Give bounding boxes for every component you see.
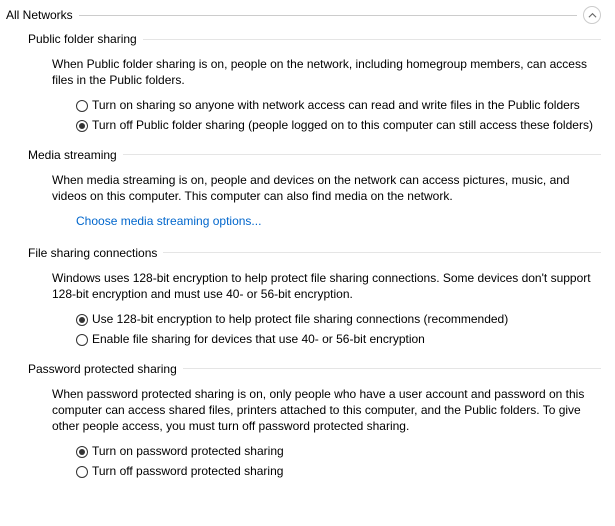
turn-on-password-sharing-radio[interactable]: Turn on password protected sharing — [76, 444, 601, 460]
media-streaming-header: Media streaming — [28, 148, 601, 162]
file-sharing-section: File sharing connections Windows uses 12… — [28, 246, 601, 348]
radio-icon — [76, 446, 88, 458]
radio-label: Turn off password protected sharing — [92, 464, 283, 480]
divider — [163, 252, 601, 253]
chevron-up-icon[interactable] — [583, 6, 601, 24]
password-protected-description: When password protected sharing is on, o… — [52, 386, 601, 435]
encryption-40-56-radio[interactable]: Enable file sharing for devices that use… — [76, 332, 601, 348]
password-protected-options: Turn on password protected sharing Turn … — [76, 444, 601, 479]
media-streaming-title: Media streaming — [28, 148, 117, 162]
media-streaming-section: Media streaming When media streaming is … — [28, 148, 601, 232]
public-folder-sharing-section: Public folder sharing When Public folder… — [28, 32, 601, 134]
divider — [123, 154, 601, 155]
public-folder-sharing-description: When Public folder sharing is on, people… — [52, 56, 601, 88]
radio-label: Turn off Public folder sharing (people l… — [92, 118, 593, 134]
file-sharing-options: Use 128-bit encryption to help protect f… — [76, 312, 601, 347]
divider — [143, 39, 601, 40]
file-sharing-header: File sharing connections — [28, 246, 601, 260]
password-protected-title: Password protected sharing — [28, 362, 177, 376]
all-networks-title: All Networks — [6, 8, 73, 22]
radio-label: Enable file sharing for devices that use… — [92, 332, 425, 348]
turn-off-password-sharing-radio[interactable]: Turn off password protected sharing — [76, 464, 601, 480]
public-folder-sharing-options: Turn on sharing so anyone with network a… — [76, 98, 601, 133]
radio-icon — [76, 466, 88, 478]
public-folder-sharing-title: Public folder sharing — [28, 32, 137, 46]
encryption-128-radio[interactable]: Use 128-bit encryption to help protect f… — [76, 312, 601, 328]
radio-icon — [76, 314, 88, 326]
radio-icon — [76, 334, 88, 346]
turn-off-public-sharing-radio[interactable]: Turn off Public folder sharing (people l… — [76, 118, 601, 134]
password-protected-section: Password protected sharing When password… — [28, 362, 601, 480]
radio-label: Turn on password protected sharing — [92, 444, 284, 460]
file-sharing-title: File sharing connections — [28, 246, 157, 260]
radio-icon — [76, 120, 88, 132]
header-divider — [79, 15, 577, 16]
divider — [183, 368, 601, 369]
radio-label: Use 128-bit encryption to help protect f… — [92, 312, 508, 328]
choose-media-streaming-link[interactable]: Choose media streaming options... — [76, 214, 261, 228]
password-protected-header: Password protected sharing — [28, 362, 601, 376]
public-folder-sharing-header: Public folder sharing — [28, 32, 601, 46]
all-networks-header[interactable]: All Networks — [6, 6, 601, 24]
radio-label: Turn on sharing so anyone with network a… — [92, 98, 580, 114]
file-sharing-description: Windows uses 128-bit encryption to help … — [52, 270, 601, 302]
turn-on-public-sharing-radio[interactable]: Turn on sharing so anyone with network a… — [76, 98, 601, 114]
media-streaming-description: When media streaming is on, people and d… — [52, 172, 601, 204]
radio-icon — [76, 100, 88, 112]
